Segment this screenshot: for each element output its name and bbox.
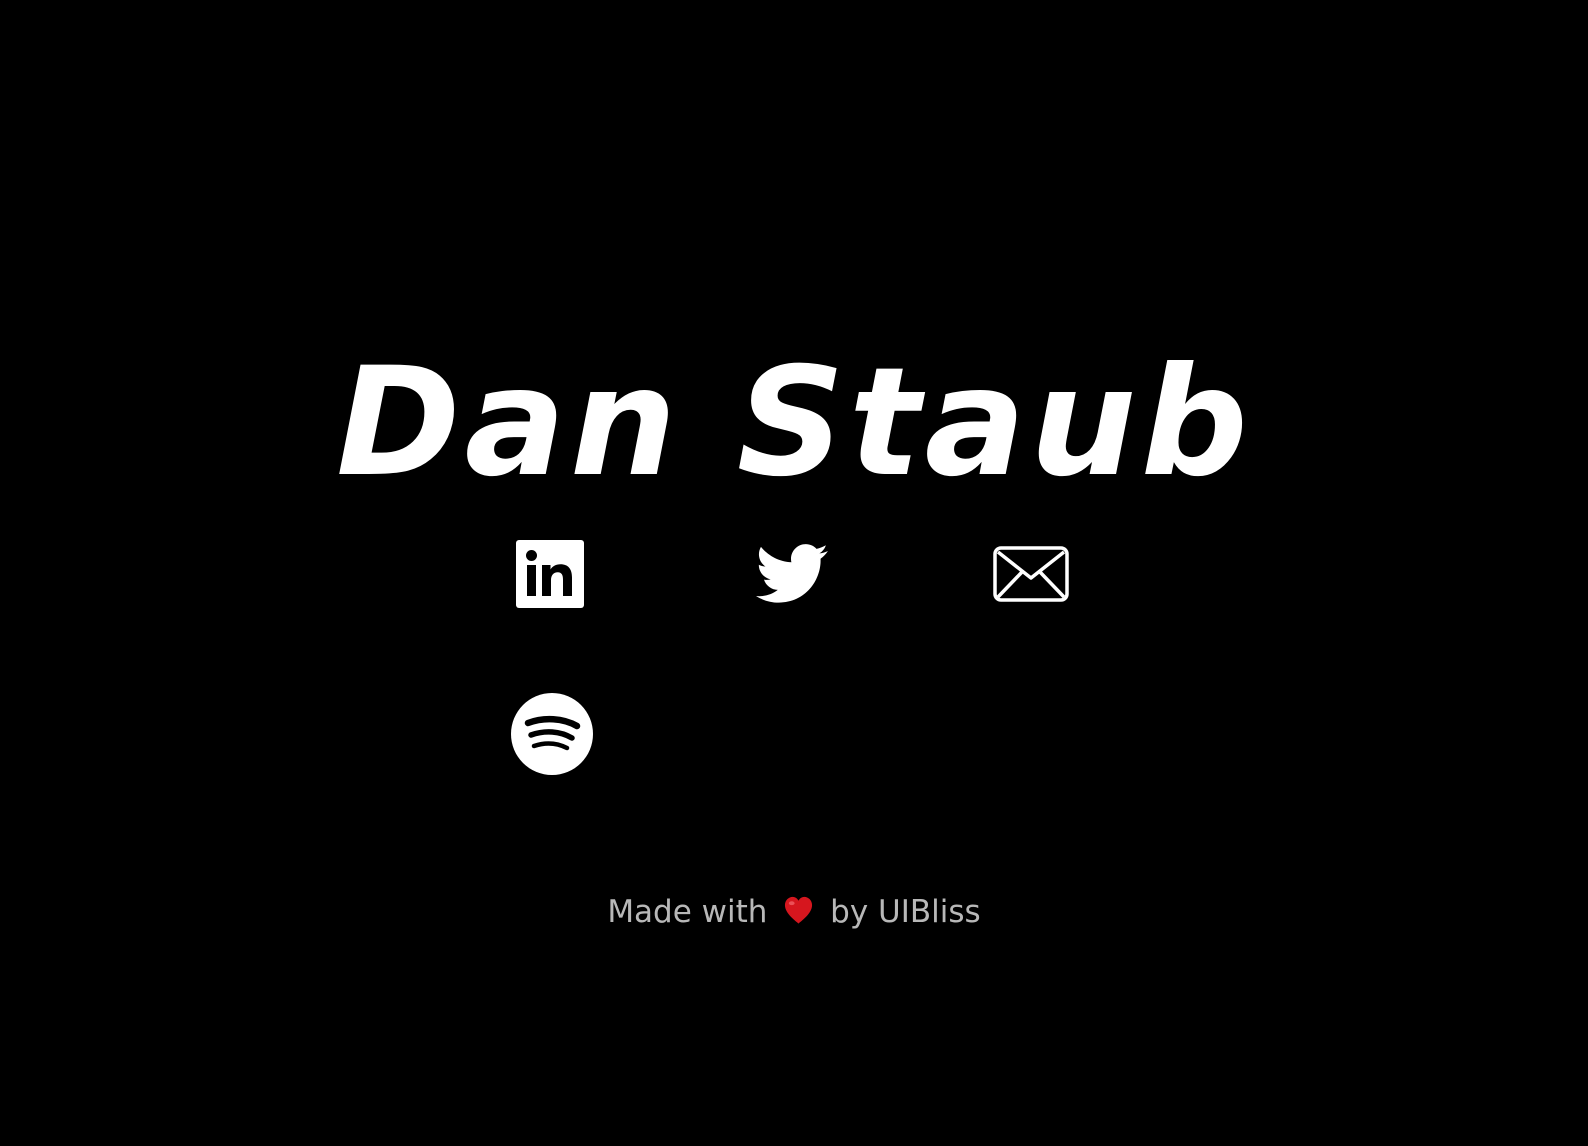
- linkedin-icon: [516, 540, 584, 608]
- twitter-icon: [756, 544, 828, 603]
- linkedin-link[interactable]: [516, 540, 584, 608]
- footer-credit-link[interactable]: UIBliss: [878, 894, 981, 930]
- footer-by: by: [830, 894, 869, 930]
- footer-made-with: Made with: [607, 894, 768, 930]
- spotify-icon: [511, 693, 593, 775]
- email-link[interactable]: [992, 545, 1070, 603]
- page-title: Dan Staub: [336, 335, 1252, 510]
- twitter-link[interactable]: [756, 544, 828, 604]
- footer: Made with by UIBliss: [0, 888, 1588, 936]
- heart-icon: [785, 896, 813, 924]
- spotify-link[interactable]: [511, 693, 593, 775]
- envelope-icon: [993, 546, 1069, 602]
